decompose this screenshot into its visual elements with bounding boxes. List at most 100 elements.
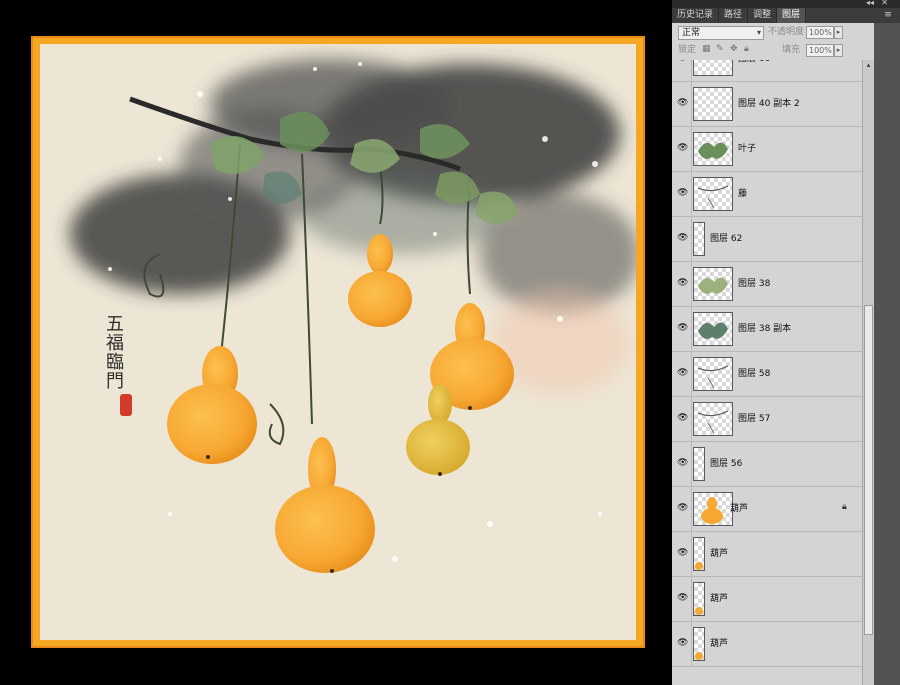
padlock-icon[interactable]: 🔒︎	[744, 44, 753, 54]
panel-menu-icon[interactable]: ≡	[882, 8, 894, 23]
tab-paths[interactable]: 路径	[719, 8, 749, 23]
layer-name: 葫芦	[730, 504, 749, 514]
artwork-frame: 五福臨門	[31, 36, 645, 648]
layer-row[interactable]: 👁︎ 图层 38 副本	[672, 307, 862, 352]
visibility-toggle[interactable]: 👁︎	[672, 127, 692, 171]
eye-icon: 👁︎	[677, 60, 688, 63]
painting	[70, 59, 636, 573]
layer-row[interactable]: 👁︎ 叶子	[672, 127, 862, 172]
layer-thumbnail	[693, 582, 705, 616]
opacity-slider-arrow-icon[interactable]: ▸	[834, 26, 843, 39]
layer-thumbnail	[693, 87, 733, 121]
layer-row[interactable]: 👁︎ 图层 40 副本 2	[672, 82, 862, 127]
blend-mode-select[interactable]: 正常 ▾	[678, 26, 764, 40]
layer-name: 图层 38 副本	[738, 324, 792, 334]
red-seal-stamp	[120, 394, 132, 416]
layer-name: 葫芦	[710, 549, 729, 559]
eye-icon: 👁︎	[677, 323, 689, 333]
visibility-toggle[interactable]: 👁︎	[672, 532, 692, 576]
eye-icon: 👁︎	[677, 593, 689, 603]
visibility-toggle[interactable]: 👁︎	[672, 487, 692, 531]
layer-row[interactable]: 👁︎ 葫芦 🔒︎	[672, 487, 862, 532]
panel-tab-bar: 历史记录 路径 调整 图层	[672, 8, 900, 23]
tab-layers[interactable]: 图层	[777, 8, 807, 23]
lock-icon: 🔒︎	[842, 502, 847, 512]
panel-title-bar[interactable]: ◂◂ ✕	[672, 0, 900, 8]
layer-name: 图层 57	[738, 414, 771, 424]
visibility-toggle[interactable]: 👁︎	[672, 577, 692, 621]
layer-name: 葫芦	[710, 639, 729, 649]
eye-icon: 👁︎	[677, 233, 689, 243]
chevron-down-icon: ▾	[756, 28, 761, 37]
fill-label: 填充	[782, 45, 801, 55]
tab-history[interactable]: 历史记录	[672, 8, 720, 23]
layer-row[interactable]: 👁︎ 葫芦	[672, 577, 862, 622]
layer-name: 图层 62	[710, 234, 743, 244]
eye-icon: 👁︎	[677, 143, 689, 153]
close-icon[interactable]: ✕	[881, 0, 888, 7]
eye-icon: 👁︎	[677, 503, 689, 513]
calligraphy-inscription: 五福臨門	[103, 314, 124, 390]
layers-panel: ◂◂ ✕ 历史记录 路径 调整 图层 ≡ 正常 ▾ 不透明度 100% ▸ 锁定…	[672, 0, 900, 685]
fill-input[interactable]: 100%	[806, 44, 834, 57]
layer-name: 图层 38	[738, 279, 771, 289]
layer-row[interactable]: 👁︎ 葫芦	[672, 622, 862, 667]
visibility-toggle[interactable]: 👁︎	[672, 352, 692, 396]
layer-row[interactable]: 👁︎ 图层 62	[672, 217, 862, 262]
visibility-toggle[interactable]: 👁︎	[672, 307, 692, 351]
eye-icon: 👁︎	[677, 548, 689, 558]
visibility-toggle[interactable]: 👁︎	[672, 397, 692, 441]
layers-scrollbar[interactable]: ▴	[862, 60, 874, 685]
eye-icon: 👁︎	[677, 638, 689, 648]
layer-row[interactable]: 👁︎ 图层 66	[672, 60, 862, 82]
layer-name: 图层 66	[738, 60, 770, 66]
visibility-toggle[interactable]: 👁︎	[672, 262, 692, 306]
document-canvas[interactable]: 五福臨門	[0, 0, 672, 685]
visibility-toggle[interactable]: 👁︎	[672, 622, 692, 666]
scrollbar-thumb[interactable]	[864, 305, 873, 635]
visibility-toggle[interactable]: 👁︎	[672, 217, 692, 261]
lock-transparent-icon[interactable]: ▦	[702, 44, 711, 54]
brush-icon[interactable]: ✎	[716, 44, 725, 54]
layer-thumbnail	[693, 267, 733, 301]
layer-thumbnail	[693, 537, 705, 571]
collapse-icon[interactable]: ◂◂	[866, 0, 874, 7]
layer-row[interactable]: 👁︎ 图层 38	[672, 262, 862, 307]
layer-thumbnail	[693, 60, 733, 76]
move-icon[interactable]: ✥	[730, 44, 739, 54]
layer-name: 葫芦	[710, 594, 729, 604]
layer-name: 藤	[738, 189, 748, 199]
layer-options-bar: 正常 ▾ 不透明度 100% ▸ 锁定 ▦ ✎ ✥ 🔒︎ 填充 100% ▸	[672, 23, 900, 60]
eye-icon: 👁︎	[677, 458, 689, 468]
layer-name: 图层 56	[710, 459, 743, 469]
layer-thumbnail	[693, 492, 733, 526]
layer-row[interactable]: 👁︎ 图层 56	[672, 442, 862, 487]
layer-thumbnail	[693, 312, 733, 346]
eye-icon: 👁︎	[677, 413, 689, 423]
eye-icon: 👁︎	[677, 368, 689, 378]
visibility-toggle[interactable]: 👁︎	[672, 172, 692, 216]
eye-icon: 👁︎	[677, 98, 689, 108]
scroll-up-arrow-icon[interactable]: ▴	[864, 61, 873, 70]
visibility-toggle[interactable]: 👁︎	[672, 442, 692, 486]
blend-mode-value: 正常	[682, 28, 701, 38]
layer-name: 图层 58	[738, 369, 771, 379]
artwork-paper: 五福臨門	[40, 44, 636, 640]
layer-row[interactable]: 👁︎ 图层 58	[672, 352, 862, 397]
layer-row[interactable]: 👁︎ 图层 57	[672, 397, 862, 442]
lock-label: 锁定	[678, 45, 697, 55]
layer-row[interactable]: 👁︎ 葫芦	[672, 532, 862, 577]
layer-thumbnail	[693, 402, 733, 436]
layer-row[interactable]: 👁︎ 藤	[672, 172, 862, 217]
layer-thumbnail	[693, 222, 705, 256]
layers-list[interactable]: 👁︎ 图层 66 👁︎ 图层 40 副本 2 👁︎ 叶子 👁︎ 藤 👁︎ 图层 62 👁︎ 图层 38…	[672, 60, 862, 685]
layer-thumbnail	[693, 132, 733, 166]
opacity-input[interactable]: 100%	[806, 26, 834, 39]
opacity-label: 不透明度	[768, 27, 805, 37]
tab-adjustments[interactable]: 调整	[748, 8, 778, 23]
layer-thumbnail	[693, 447, 705, 481]
visibility-toggle[interactable]: 👁︎	[672, 60, 692, 81]
visibility-toggle[interactable]: 👁︎	[672, 82, 692, 126]
fill-slider-arrow-icon[interactable]: ▸	[834, 44, 843, 57]
layer-thumbnail	[693, 177, 733, 211]
